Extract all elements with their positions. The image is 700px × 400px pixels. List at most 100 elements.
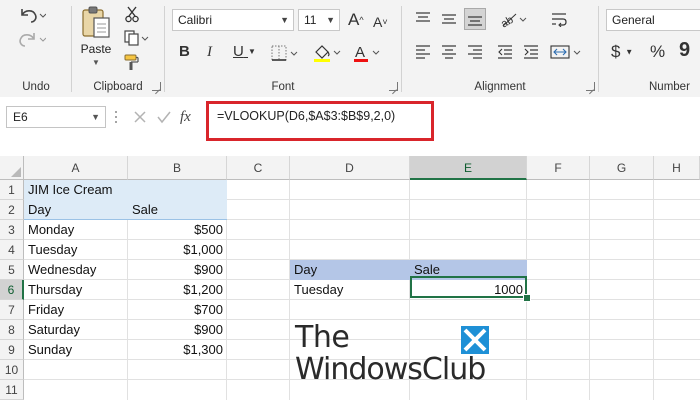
font-name-dropdown[interactable]: Calibri ▼ <box>172 9 294 31</box>
alignment-launcher[interactable] <box>586 82 595 91</box>
cell-b3[interactable]: $500 <box>128 220 227 240</box>
cell-b2[interactable]: Sale <box>128 200 227 220</box>
row-header-11[interactable]: 11 <box>0 380 24 400</box>
insert-function-button[interactable]: fx <box>180 107 191 127</box>
windowsclub-logo-icon <box>461 326 489 354</box>
font-color-icon: A <box>354 44 380 62</box>
row-header-1[interactable]: 1 <box>0 180 24 200</box>
cell-a5[interactable]: Wednesday <box>24 260 128 280</box>
cut-button[interactable] <box>122 4 142 24</box>
row-header-2[interactable]: 2 <box>0 200 24 220</box>
cell-b9[interactable]: $1,300 <box>128 340 227 360</box>
undo-button[interactable] <box>16 4 46 26</box>
paste-dropdown-icon[interactable]: ▼ <box>92 58 100 67</box>
merge-center-button[interactable] <box>548 41 584 63</box>
borders-button[interactable] <box>269 42 303 64</box>
orientation-icon: ab <box>499 13 527 28</box>
grow-font-icon: ^ <box>359 15 364 25</box>
formula-bar-buttons: fx <box>126 106 204 128</box>
grow-font-label: A <box>348 10 360 29</box>
increase-indent-button[interactable] <box>520 41 542 63</box>
wrap-text-button[interactable] <box>548 8 570 30</box>
font-launcher[interactable] <box>389 82 398 91</box>
cell-d5[interactable]: Day <box>290 260 410 280</box>
row-header-9[interactable]: 9 <box>0 340 24 360</box>
watermark: The WindowsClub <box>295 322 505 388</box>
shrink-font-label: A <box>373 14 383 30</box>
cell-b6[interactable]: $1,200 <box>128 280 227 300</box>
currency-button[interactable]: $ ▼ <box>611 42 633 63</box>
orientation-button[interactable]: ab <box>498 8 530 30</box>
row-header-8[interactable]: 8 <box>0 320 24 340</box>
cell-b4[interactable]: $1,000 <box>128 240 227 260</box>
cell-a4[interactable]: Tuesday <box>24 240 128 260</box>
column-header-f[interactable]: F <box>527 156 590 180</box>
number-format-dropdown[interactable]: General <box>606 9 700 31</box>
top-align-button[interactable] <box>412 8 434 30</box>
copy-button[interactable] <box>122 28 150 48</box>
align-right-button[interactable] <box>464 41 486 63</box>
column-header-h[interactable]: H <box>654 156 700 180</box>
cell-b5[interactable]: $900 <box>128 260 227 280</box>
select-all-button[interactable] <box>0 156 24 180</box>
confirm-entry-button[interactable] <box>154 107 174 127</box>
undo-group-label: Undo <box>22 81 50 93</box>
cell-a3[interactable]: Monday <box>24 220 128 240</box>
row-header-5[interactable]: 5 <box>0 260 24 280</box>
middle-align-icon <box>442 14 456 24</box>
row-header-7[interactable]: 7 <box>0 300 24 320</box>
font-color-button[interactable]: A <box>351 42 385 64</box>
name-box[interactable]: E6 ▼ <box>6 106 106 128</box>
shrink-font-button[interactable]: A˅ <box>373 12 388 32</box>
row-header-10[interactable]: 10 <box>0 360 24 380</box>
align-center-button[interactable] <box>438 41 460 63</box>
cell-a6[interactable]: Thursday <box>24 280 128 300</box>
column-header-d[interactable]: D <box>290 156 410 180</box>
cell-b7[interactable]: $700 <box>128 300 227 320</box>
cell-a8[interactable]: Saturday <box>24 320 128 340</box>
decrease-indent-icon <box>498 45 512 59</box>
increase-indent-icon <box>524 45 538 59</box>
underline-button[interactable]: U ▼ <box>233 42 256 62</box>
redo-button[interactable] <box>16 28 46 50</box>
format-painter-icon <box>124 54 139 70</box>
bottom-align-button[interactable] <box>464 8 486 30</box>
percent-button[interactable]: % <box>650 42 665 62</box>
font-group-label: Font <box>271 81 295 93</box>
italic-button[interactable]: I <box>207 42 212 62</box>
splitter-dots-icon <box>115 111 117 123</box>
underline-label: U <box>233 43 244 60</box>
comma-style-button[interactable]: 9 <box>679 40 690 60</box>
cell-a2[interactable]: Day <box>24 200 128 220</box>
decrease-indent-button[interactable] <box>494 41 516 63</box>
format-painter-button[interactable] <box>122 52 142 72</box>
row-header-4[interactable]: 4 <box>0 240 24 260</box>
clipboard-launcher[interactable] <box>152 82 161 91</box>
formula-bar-splitter[interactable] <box>114 109 118 125</box>
column-header-e[interactable]: E <box>410 156 527 180</box>
cell-d6[interactable]: Tuesday <box>290 280 410 300</box>
cell-a1[interactable]: JIM Ice Cream <box>24 180 227 200</box>
align-left-button[interactable] <box>412 41 434 63</box>
column-header-g[interactable]: G <box>590 156 654 180</box>
fill-handle[interactable] <box>523 294 531 302</box>
row-header-3[interactable]: 3 <box>0 220 24 240</box>
column-header-b[interactable]: B <box>128 156 227 180</box>
column-header-a[interactable]: A <box>24 156 128 180</box>
grow-font-button[interactable]: A^ <box>348 10 364 30</box>
watermark-line1: The <box>295 320 350 355</box>
cell-a9[interactable]: Sunday <box>24 340 128 360</box>
cell-b8[interactable]: $900 <box>128 320 227 340</box>
font-size-dropdown[interactable]: 11 ▼ <box>298 9 340 31</box>
paste-label: Paste <box>80 42 112 56</box>
cell-a7[interactable]: Friday <box>24 300 128 320</box>
gridline <box>589 180 590 400</box>
bold-button[interactable]: B <box>179 42 190 62</box>
chevron-down-icon: ▼ <box>280 15 289 25</box>
row-header-6[interactable]: 6 <box>0 280 24 300</box>
middle-align-button[interactable] <box>438 8 460 30</box>
cancel-entry-button[interactable] <box>130 107 150 127</box>
fill-color-button[interactable] <box>311 42 345 64</box>
paste-button[interactable] <box>78 4 114 40</box>
column-header-c[interactable]: C <box>227 156 290 180</box>
